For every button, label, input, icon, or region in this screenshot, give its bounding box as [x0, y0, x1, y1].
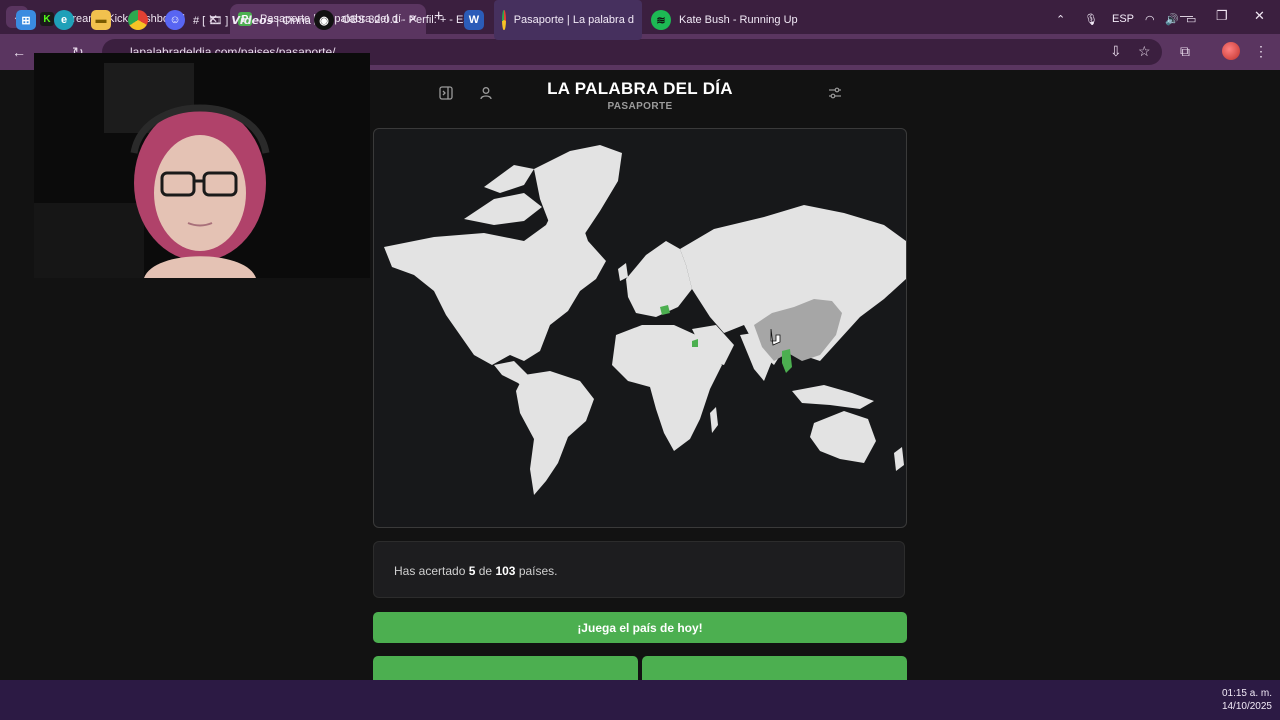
- webcam-overlay: [34, 53, 370, 278]
- install-app-icon[interactable]: ⇩: [1110, 43, 1122, 60]
- score-prefix: Has acertado: [394, 564, 466, 578]
- taskbar-app-obs[interactable]: ◉ OBS 32.0.1 - Perfil: + - Es: [314, 0, 469, 40]
- uk: [618, 263, 628, 281]
- south-america[interactable]: [516, 371, 594, 495]
- score-text: Has acertado 5 de 103 países.: [394, 564, 558, 578]
- clock-time: 01:15 a. m.: [1221, 688, 1272, 699]
- indonesia: [792, 385, 874, 409]
- windows-icon: ⊞: [16, 10, 36, 30]
- taskbar-app-discord[interactable]: ☺ # [ 🎞 ] 𝙑𝙞𝙙𝙚𝙤𝙨 | Cinna: [165, 0, 311, 40]
- chrome-app[interactable]: [128, 0, 156, 40]
- bookmark-star-icon[interactable]: ☆: [1138, 43, 1151, 60]
- word-icon: W: [464, 10, 484, 30]
- windows-taskbar: [0, 680, 1280, 720]
- chevron-up-icon[interactable]: ⌃: [1056, 13, 1065, 26]
- taskbar-app-label: Pasaporte | La palabra d: [513, 14, 634, 26]
- volume-icon[interactable]: 🔊: [1165, 13, 1179, 26]
- taskbar-app-label: Kate Bush - Running Up: [679, 14, 798, 26]
- extensions-icon[interactable]: ⧉: [1180, 43, 1190, 60]
- profile-avatar[interactable]: [1222, 42, 1240, 60]
- streamer-webcam-image: [34, 53, 370, 278]
- score-correct: 5: [468, 564, 476, 578]
- menu-icon[interactable]: ⋮: [1254, 43, 1268, 60]
- clock[interactable]: 01:15 a. m. 14/10/2025: [1206, 687, 1272, 713]
- file-explorer-app[interactable]: ▬: [91, 0, 119, 40]
- chrome-icon: [128, 10, 148, 30]
- taskbar-app-spotify[interactable]: ≋ Kate Bush - Running Up: [651, 0, 798, 40]
- world-map[interactable]: [373, 128, 907, 528]
- start-button[interactable]: ⊞: [16, 0, 44, 40]
- back-button[interactable]: ←: [12, 44, 26, 60]
- edge-icon: e: [54, 10, 74, 30]
- obs-icon: ◉: [314, 10, 334, 30]
- word-app[interactable]: W: [464, 0, 492, 40]
- discord-icon: ☺: [165, 10, 185, 30]
- australia[interactable]: [810, 411, 876, 463]
- arctic-islands: [464, 193, 542, 225]
- close-window-button[interactable]: ✕: [1254, 8, 1265, 24]
- madagascar: [710, 407, 718, 433]
- score-connector: de: [478, 564, 493, 578]
- taskbar-app-label: OBS 32.0.1 - Perfil: + - Es: [342, 14, 469, 26]
- secondary-button-left[interactable]: [373, 656, 638, 682]
- taskbar-app-label: # [ 🎞 ] 𝙑𝙞𝙙𝙚𝙤𝙨 | Cinna: [193, 14, 311, 27]
- arctic-islands-2: [484, 165, 534, 193]
- settings-sliders-icon[interactable]: [828, 86, 842, 103]
- new-zealand: [894, 447, 904, 471]
- microphone-icon[interactable]: 🎙: [1084, 13, 1098, 26]
- clock-date: 14/10/2025: [1221, 701, 1272, 712]
- score-suffix: países.: [518, 564, 558, 578]
- score-panel: Has acertado 5 de 103 países.: [373, 541, 905, 598]
- wifi-icon[interactable]: ◠: [1145, 13, 1155, 26]
- edge-app[interactable]: e: [54, 0, 82, 40]
- folder-icon: ▬: [91, 10, 111, 30]
- play-today-button[interactable]: ¡Juega el país de hoy!: [373, 612, 907, 643]
- chrome-icon: [502, 10, 506, 30]
- battery-icon[interactable]: ▭: [1186, 13, 1196, 26]
- secondary-button-right[interactable]: [642, 656, 907, 682]
- spotify-icon: ≋: [651, 10, 671, 30]
- maximize-button[interactable]: ❐: [1216, 8, 1228, 24]
- page-subtitle: PASAPORTE: [607, 101, 673, 112]
- language-indicator[interactable]: ESP: [1112, 13, 1134, 25]
- page-title: LA PALABRA DEL DÍA: [547, 79, 733, 98]
- score-total: 103: [495, 564, 516, 578]
- taskbar-app-chrome-pasaporte[interactable]: Pasaporte | La palabra d: [494, 0, 642, 40]
